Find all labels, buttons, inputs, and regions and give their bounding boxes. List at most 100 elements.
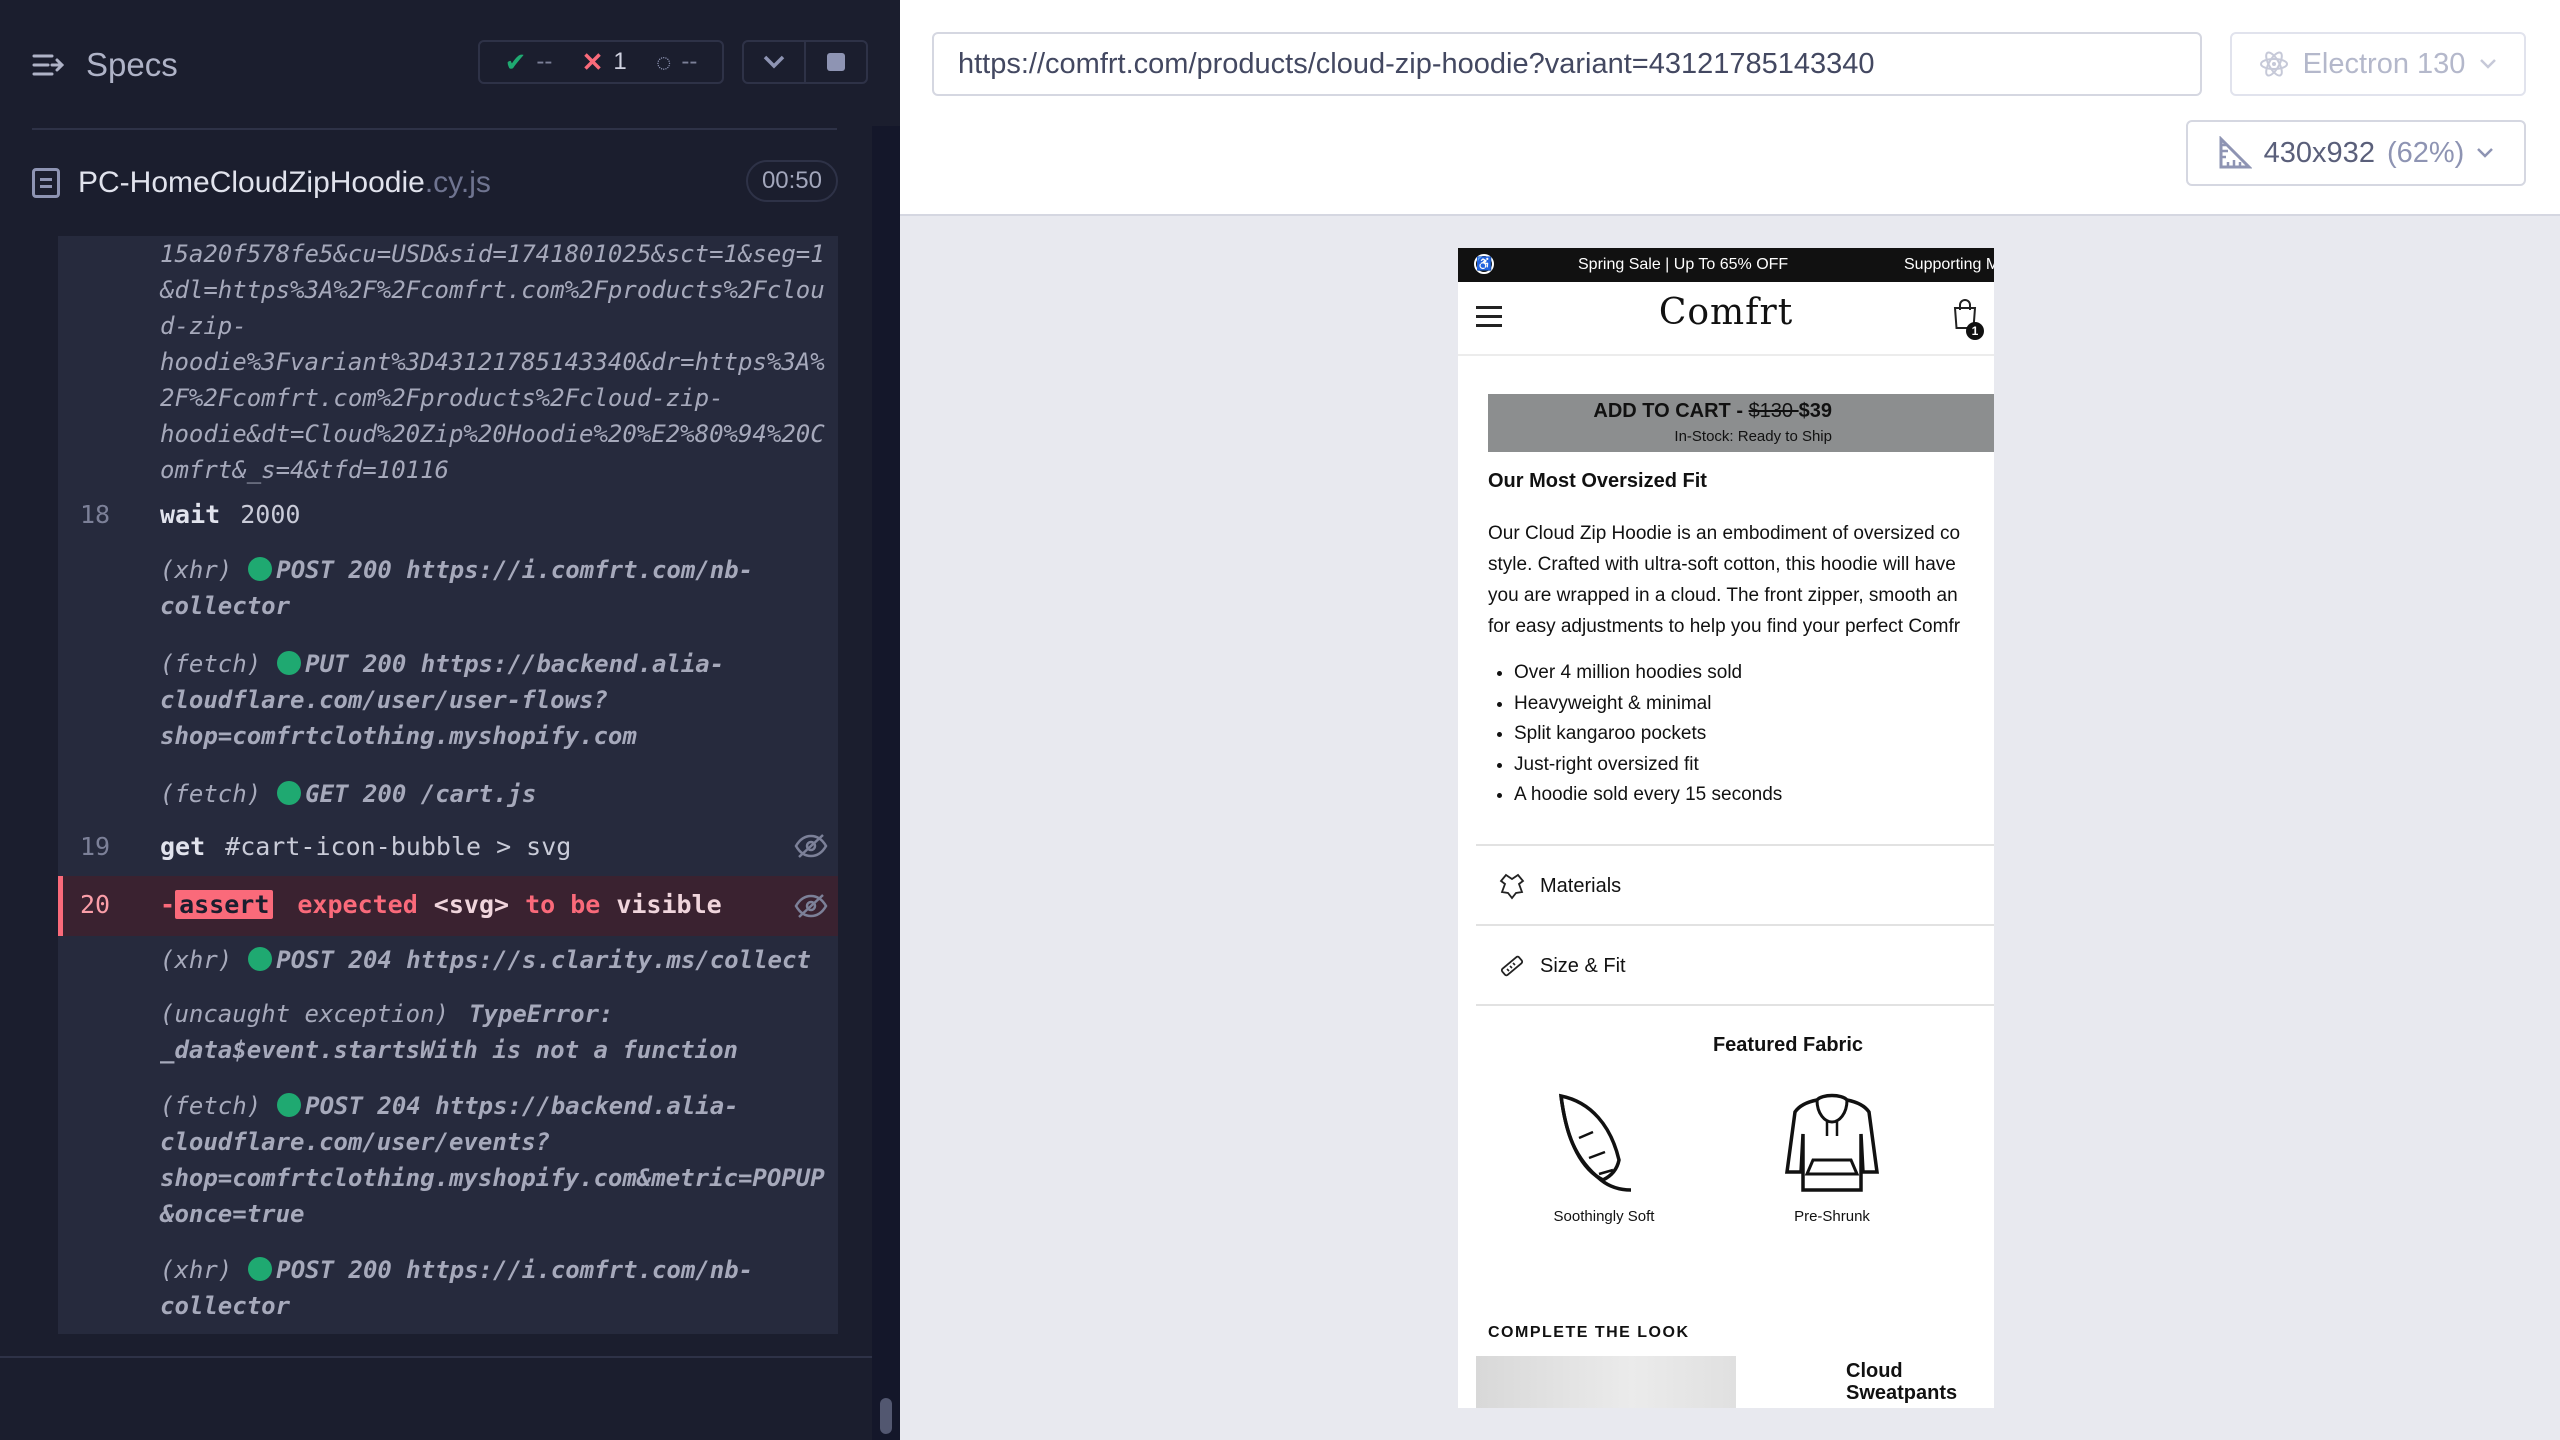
log-xhr-clarity[interactable]: (xhr) POST 204 https://s.clarity.ms/colle…: [160, 942, 836, 978]
look-product-name[interactable]: Cloud Sweatpants: [1846, 1360, 1986, 1404]
failed-stat: ✕ 1: [582, 47, 627, 78]
viewport-size: 430x932: [2263, 136, 2375, 169]
log-text: collector: [160, 592, 291, 620]
passed-stat: ✔ --: [505, 47, 553, 78]
accordion-size-fit[interactable]: Size & Fit: [1476, 924, 1994, 1006]
reporter-header: Specs ✔ -- ✕ 1 ◌ --: [0, 0, 900, 130]
site-viewport: ♿ Spring Sale | Up To 65% OFF Supporting…: [1458, 248, 1994, 1408]
log-kind: (fetch): [160, 1092, 262, 1120]
url-line: hoodie&dt=Cloud%20Zip%20Hoodie%20%E2%80%…: [160, 420, 825, 448]
assert-expectation: visible: [616, 890, 722, 919]
spec-extension: .cy.js: [424, 166, 491, 199]
feature-item: A hoodie sold every 15 seconds: [1514, 780, 1994, 811]
atc-label: ADD TO CART - $130 $39: [1488, 400, 1832, 423]
specs-toggle-button[interactable]: Specs: [32, 46, 178, 84]
product-image[interactable]: [1476, 1356, 1736, 1408]
pending-count: --: [681, 48, 698, 75]
run-controls: [742, 40, 868, 84]
viewport-scale: (62%): [2386, 136, 2465, 169]
command-number: 18: [80, 500, 111, 529]
command-row-get[interactable]: 19 get #cart-icon-bubble > svg: [58, 824, 838, 868]
atc-prefix: ADD TO CART -: [1593, 400, 1749, 422]
stop-button[interactable]: [804, 42, 866, 82]
log-xhr-nb-collector[interactable]: (xhr) POST 200 https://i.comfrt.com/nb- c…: [160, 552, 836, 624]
log-text: &once=true: [160, 1200, 305, 1228]
reporter-scrollbar[interactable]: [872, 126, 900, 1440]
announcement-text-2[interactable]: Supporting M: [1904, 256, 1994, 274]
spec-timer: 00:50: [745, 160, 838, 202]
fabric-feature-preshrunk: Pre-Shrunk: [1762, 1088, 1902, 1225]
request-url-continuation[interactable]: 15a20f578fe5&cu=USD&sid=1741801025&sct=1…: [160, 236, 836, 488]
accordion-materials[interactable]: Materials: [1476, 844, 1994, 926]
cart-count-badge: 1: [1966, 322, 1984, 340]
command-row-assert-failed[interactable]: 20 - assert expected <svg> to be visible: [58, 876, 838, 936]
announcement-text[interactable]: Spring Sale | Up To 65% OFF: [1578, 256, 1788, 274]
command-row-wait[interactable]: 18 wait 2000: [58, 496, 838, 536]
accessibility-icon[interactable]: ♿: [1474, 254, 1494, 274]
log-text: PUT 200 https://backend.alia-: [305, 650, 725, 678]
accordion-label: Materials: [1540, 874, 1622, 897]
expand-button[interactable]: [744, 42, 804, 82]
command-number: 19: [80, 832, 111, 861]
ruler-icon: [1500, 955, 1524, 977]
product-heading: Our Most Oversized Fit: [1488, 470, 1707, 492]
header-divider: [32, 128, 837, 130]
hoodie-icon: [1785, 1093, 1879, 1192]
command-message: #cart-icon-bubble > svg: [225, 832, 572, 861]
feather-icon: [1558, 1093, 1632, 1192]
eye-slash-icon[interactable]: [794, 892, 828, 920]
viewport-selector[interactable]: 430x932 (62%): [2186, 120, 2526, 186]
browser-selector[interactable]: Electron 130: [2230, 32, 2526, 96]
feature-item: Split kangaroo pockets: [1514, 719, 1994, 750]
spec-title-row[interactable]: PC-HomeCloudZipHoodie .cy.js 00:50: [32, 158, 838, 208]
description-line: for easy adjustments to help you find yo…: [1488, 616, 1961, 637]
log-xhr-nb-collector-2[interactable]: (xhr) POST 200 https://i.comfrt.com/nb- c…: [160, 1252, 836, 1324]
url-bar[interactable]: https://comfrt.com/products/cloud-zip-ho…: [932, 32, 2202, 96]
log-fetch-events[interactable]: (fetch) POST 204 https://backend.alia- cl…: [160, 1088, 836, 1232]
scrollbar-thumb[interactable]: [880, 1398, 892, 1434]
assert-word: to be: [525, 890, 601, 919]
status-dot: [277, 781, 302, 805]
log-kind: (fetch): [160, 650, 262, 678]
url-line: d-zip-: [160, 312, 247, 340]
chevron-down-icon: [2477, 148, 2494, 158]
site-logo[interactable]: Comfrt: [1458, 292, 1994, 333]
test-stats: ✔ -- ✕ 1 ◌ --: [478, 40, 724, 84]
log-text: collector: [160, 1292, 291, 1320]
status-dot: [277, 1093, 302, 1117]
stop-icon: [827, 53, 845, 71]
aut-header: https://comfrt.com/products/cloud-zip-ho…: [900, 0, 2560, 216]
log-text: TypeError:: [468, 1000, 614, 1028]
log-fetch-user-flows[interactable]: (fetch) PUT 200 https://backend.alia- clo…: [160, 646, 836, 754]
log-text: POST 204 https://s.clarity.ms/collect: [276, 946, 811, 974]
log-kind: (xhr): [160, 1256, 233, 1284]
log-fetch-cart[interactable]: (fetch) GET 200 /cart.js: [160, 776, 836, 812]
log-text: POST 200 https://i.comfrt.com/nb-: [276, 556, 754, 584]
url-line: &dl=https%3A%2F%2Fcomfrt.com%2Fproducts%…: [160, 276, 825, 304]
log-uncaught-exception[interactable]: (uncaught exception) TypeError: _data$eve…: [160, 996, 836, 1068]
add-to-cart-button[interactable]: ADD TO CART - $130 $39 In-Stock: Ready t…: [1488, 394, 1994, 452]
pending-stat: ◌ --: [656, 47, 697, 78]
check-icon: ✔: [504, 46, 527, 77]
sale-price: $39: [1798, 400, 1832, 422]
command-method: wait: [160, 500, 221, 529]
url-line: hoodie%3Fvariant%3D43121785143340&dr=htt…: [160, 348, 825, 376]
log-text: cloudflare.com/user/user-flows?: [160, 686, 608, 714]
chevron-down-icon: [763, 55, 785, 69]
complete-the-look-heading: COMPLETE THE LOOK: [1488, 1324, 1690, 1341]
chevron-down-icon: [2480, 59, 2497, 69]
accordion-label: Size & Fit: [1540, 954, 1626, 977]
eye-slash-icon[interactable]: [794, 832, 828, 860]
fabric-label: Pre-Shrunk: [1794, 1208, 1870, 1225]
description-line: style. Crafted with ultra-soft cotton, t…: [1488, 554, 1956, 575]
command-name: get #cart-icon-bubble > svg: [160, 832, 571, 861]
status-dot: [277, 651, 302, 675]
log-text: shop=comfrtclothing.myshopify.com: [160, 722, 637, 750]
failure-indicator: [58, 876, 63, 936]
assert-badge: assert: [175, 890, 274, 919]
feature-item: Just-right oversized fit: [1514, 750, 1994, 781]
status-dot: [248, 1257, 273, 1281]
x-icon: ✕: [581, 46, 604, 77]
announcement-bar: ♿ Spring Sale | Up To 65% OFF Supporting…: [1458, 248, 1994, 282]
fabric-label: Soothingly Soft: [1553, 1208, 1655, 1225]
